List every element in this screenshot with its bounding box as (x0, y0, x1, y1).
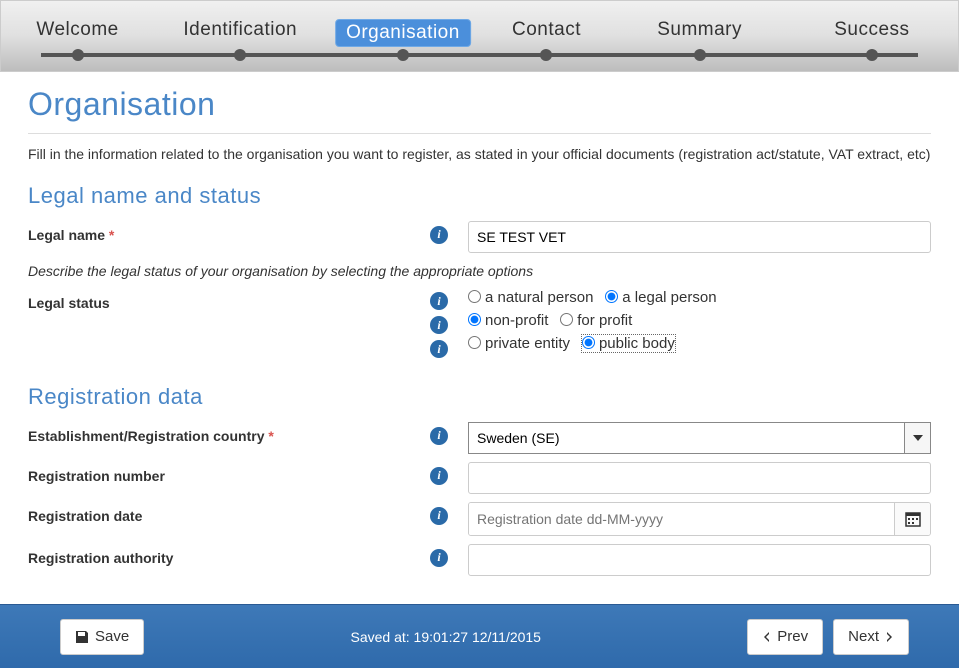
info-icon[interactable]: i (430, 467, 448, 485)
section-registration-title: Registration data (28, 384, 931, 410)
step-organisation[interactable]: Organisation (335, 19, 471, 47)
info-icon[interactable]: i (430, 427, 448, 445)
info-icon[interactable]: i (430, 340, 448, 358)
info-icon[interactable]: i (430, 316, 448, 334)
registration-authority-label: Registration authority (28, 550, 173, 566)
registration-authority-field[interactable] (468, 544, 931, 576)
info-icon[interactable]: i (430, 549, 448, 567)
chevron-down-icon[interactable] (904, 423, 930, 453)
radio-natural-person-input[interactable] (468, 290, 481, 303)
save-button[interactable]: Save (60, 619, 144, 655)
radio-private-entity-input[interactable] (468, 336, 481, 349)
prev-button[interactable]: Prev (747, 619, 823, 655)
legal-status-description: Describe the legal status of your organi… (28, 263, 931, 279)
radio-non-profit-input[interactable] (468, 313, 481, 326)
radio-public-body-input[interactable] (582, 336, 595, 349)
next-button[interactable]: Next (833, 619, 909, 655)
info-icon[interactable]: i (430, 507, 448, 525)
step-contact[interactable]: Contact (512, 19, 581, 41)
step-success[interactable]: Success (834, 19, 909, 41)
required-mark: * (109, 227, 114, 243)
footer-bar: Save Saved at: 19:01:27 12/11/2015 Prev … (0, 604, 959, 668)
legal-name-label: Legal name (28, 227, 105, 243)
country-field[interactable] (469, 423, 904, 453)
chevron-left-icon (762, 631, 771, 643)
radio-private-entity[interactable]: private entity (468, 335, 570, 352)
legal-status-label: Legal status (28, 295, 110, 311)
country-label: Establishment/Registration country (28, 428, 264, 444)
step-summary[interactable]: Summary (657, 19, 742, 41)
step-identification[interactable]: Identification (183, 19, 297, 41)
step-dot (694, 49, 706, 61)
legal-name-field[interactable] (468, 221, 931, 253)
radio-natural-person[interactable]: a natural person (468, 289, 593, 306)
divider (28, 133, 931, 134)
prev-button-label: Prev (777, 628, 808, 645)
info-icon[interactable]: i (430, 292, 448, 310)
section-legal-title: Legal name and status (28, 183, 931, 209)
next-button-label: Next (848, 628, 879, 645)
step-dot (72, 49, 84, 61)
info-icon[interactable]: i (430, 226, 448, 244)
radio-legal-person-input[interactable] (605, 290, 618, 303)
step-dot (866, 49, 878, 61)
radio-for-profit-input[interactable] (560, 313, 573, 326)
save-button-label: Save (95, 628, 129, 645)
registration-date-field[interactable] (469, 503, 894, 535)
chevron-right-icon (885, 631, 894, 643)
radio-non-profit[interactable]: non-profit (468, 312, 548, 329)
save-icon (75, 630, 89, 644)
calendar-icon[interactable] (894, 503, 930, 535)
page-intro: Fill in the information related to the o… (28, 144, 931, 165)
registration-number-field[interactable] (468, 462, 931, 494)
stepper: Welcome Identification Organisation Cont… (0, 0, 959, 72)
step-dot (540, 49, 552, 61)
step-dot (397, 49, 409, 61)
step-welcome[interactable]: Welcome (36, 19, 118, 41)
page-title: Organisation (28, 86, 931, 123)
step-track (41, 53, 918, 57)
country-select[interactable] (468, 422, 931, 454)
required-mark: * (268, 428, 273, 444)
saved-at-text: Saved at: 19:01:27 12/11/2015 (351, 629, 541, 645)
radio-public-body[interactable]: public body (582, 335, 675, 352)
step-dot (234, 49, 246, 61)
radio-legal-person[interactable]: a legal person (605, 289, 716, 306)
registration-number-label: Registration number (28, 468, 165, 484)
registration-date-label: Registration date (28, 508, 142, 524)
radio-for-profit[interactable]: for profit (560, 312, 632, 329)
